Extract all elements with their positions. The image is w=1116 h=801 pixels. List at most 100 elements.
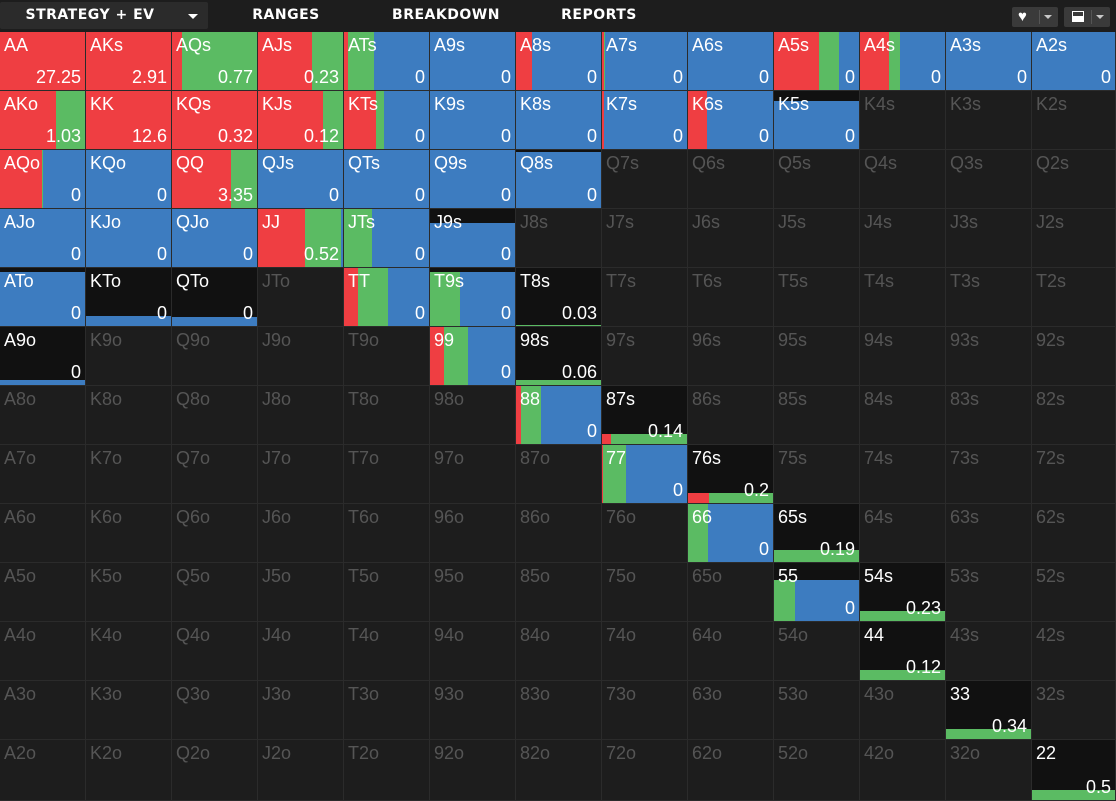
hand-cell-q7o[interactable]: Q7o [172, 445, 258, 504]
hand-cell-77[interactable]: 77 0 [602, 445, 688, 504]
hand-cell-j8o[interactable]: J8o [258, 386, 344, 445]
hand-cell-kjs[interactable]: KJs 0.12 [258, 91, 344, 150]
hand-cell-qts[interactable]: QTs 0 [344, 150, 430, 209]
hand-cell-42s[interactable]: 42s [1032, 622, 1116, 681]
hand-cell-44[interactable]: 44 0.12 [860, 622, 946, 681]
hand-cell-ato[interactable]: ATo 0 [0, 268, 86, 327]
hand-cell-t3o[interactable]: T3o [344, 681, 430, 740]
hand-cell-93o[interactable]: 93o [430, 681, 516, 740]
hand-cell-t7o[interactable]: T7o [344, 445, 430, 504]
hand-cell-a5o[interactable]: A5o [0, 563, 86, 622]
hand-cell-jto[interactable]: JTo [258, 268, 344, 327]
hand-cell-k9s[interactable]: K9s 0 [430, 91, 516, 150]
hand-cell-a8o[interactable]: A8o [0, 386, 86, 445]
hand-cell-t2o[interactable]: T2o [344, 740, 430, 801]
hand-cell-65o[interactable]: 65o [688, 563, 774, 622]
hand-cell-kts[interactable]: KTs 0 [344, 91, 430, 150]
hand-cell-q4o[interactable]: Q4o [172, 622, 258, 681]
hand-cell-j2o[interactable]: J2o [258, 740, 344, 801]
hand-cell-t4o[interactable]: T4o [344, 622, 430, 681]
hand-cell-22[interactable]: 22 0.5 [1032, 740, 1116, 801]
hand-cell-k8s[interactable]: K8s 0 [516, 91, 602, 150]
hand-cell-64s[interactable]: 64s [860, 504, 946, 563]
hand-cell-q2o[interactable]: Q2o [172, 740, 258, 801]
hand-cell-86s[interactable]: 86s [688, 386, 774, 445]
hand-cell-j3o[interactable]: J3o [258, 681, 344, 740]
hand-cell-74s[interactable]: 74s [860, 445, 946, 504]
hand-cell-a6s[interactable]: A6s 0 [688, 32, 774, 91]
hand-cell-52o[interactable]: 52o [774, 740, 860, 801]
hand-cell-96s[interactable]: 96s [688, 327, 774, 386]
hand-cell-62s[interactable]: 62s [1032, 504, 1116, 563]
hand-cell-33[interactable]: 33 0.34 [946, 681, 1032, 740]
chevron-down-icon[interactable] [1044, 15, 1052, 19]
hand-cell-87s[interactable]: 87s 0.14 [602, 386, 688, 445]
hand-cell-88[interactable]: 88 0 [516, 386, 602, 445]
hand-cell-t5s[interactable]: T5s [774, 268, 860, 327]
hand-cell-a5s[interactable]: A5s 0 [774, 32, 860, 91]
hand-cell-98o[interactable]: 98o [430, 386, 516, 445]
hand-cell-ako[interactable]: AKo 1.03 [0, 91, 86, 150]
hand-cell-76s[interactable]: 76s 0.2 [688, 445, 774, 504]
hand-cell-j5s[interactable]: J5s [774, 209, 860, 268]
hand-cell-97o[interactable]: 97o [430, 445, 516, 504]
hand-cell-k6s[interactable]: K6s 0 [688, 91, 774, 150]
hand-cell-54o[interactable]: 54o [774, 622, 860, 681]
hand-cell-95s[interactable]: 95s [774, 327, 860, 386]
hand-cell-q5o[interactable]: Q5o [172, 563, 258, 622]
hand-cell-a9s[interactable]: A9s 0 [430, 32, 516, 91]
hand-cell-q6s[interactable]: Q6s [688, 150, 774, 209]
hand-cell-84o[interactable]: 84o [516, 622, 602, 681]
hand-cell-j9s[interactable]: J9s 0 [430, 209, 516, 268]
hand-cell-66[interactable]: 66 0 [688, 504, 774, 563]
hand-cell-72s[interactable]: 72s [1032, 445, 1116, 504]
hand-cell-t7s[interactable]: T7s [602, 268, 688, 327]
hand-cell-53s[interactable]: 53s [946, 563, 1032, 622]
hand-cell-82s[interactable]: 82s [1032, 386, 1116, 445]
hand-cell-q2s[interactable]: Q2s [1032, 150, 1116, 209]
hand-cell-a3o[interactable]: A3o [0, 681, 86, 740]
hand-cell-aa[interactable]: AA 27.25 [0, 32, 86, 91]
hand-cell-q9s[interactable]: Q9s 0 [430, 150, 516, 209]
hand-cell-a7s[interactable]: A7s 0 [602, 32, 688, 91]
hand-cell-ajs[interactable]: AJs 0.23 [258, 32, 344, 91]
chevron-down-icon[interactable] [188, 14, 198, 19]
hand-cell-j2s[interactable]: J2s [1032, 209, 1116, 268]
hand-cell-j6o[interactable]: J6o [258, 504, 344, 563]
hand-cell-97s[interactable]: 97s [602, 327, 688, 386]
hand-cell-q6o[interactable]: Q6o [172, 504, 258, 563]
hand-cell-qjs[interactable]: QJs 0 [258, 150, 344, 209]
hand-cell-q4s[interactable]: Q4s [860, 150, 946, 209]
hand-cell-qq[interactable]: QQ 3.35 [172, 150, 258, 209]
favorites-dropdown[interactable]: ♥ [1012, 7, 1058, 27]
hand-cell-42o[interactable]: 42o [860, 740, 946, 801]
hand-cell-43o[interactable]: 43o [860, 681, 946, 740]
hand-cell-t3s[interactable]: T3s [946, 268, 1032, 327]
hand-cell-k8o[interactable]: K8o [86, 386, 172, 445]
hand-cell-t9o[interactable]: T9o [344, 327, 430, 386]
hand-cell-q9o[interactable]: Q9o [172, 327, 258, 386]
hand-cell-t2s[interactable]: T2s [1032, 268, 1116, 327]
hand-cell-q7s[interactable]: Q7s [602, 150, 688, 209]
hand-cell-k9o[interactable]: K9o [86, 327, 172, 386]
hand-cell-43s[interactable]: 43s [946, 622, 1032, 681]
hand-cell-73o[interactable]: 73o [602, 681, 688, 740]
hand-cell-32o[interactable]: 32o [946, 740, 1032, 801]
hand-cell-j7o[interactable]: J7o [258, 445, 344, 504]
hand-cell-96o[interactable]: 96o [430, 504, 516, 563]
hand-cell-j4s[interactable]: J4s [860, 209, 946, 268]
hand-cell-k2s[interactable]: K2s [1032, 91, 1116, 150]
hand-cell-aks[interactable]: AKs 2.91 [86, 32, 172, 91]
hand-cell-q8o[interactable]: Q8o [172, 386, 258, 445]
hand-cell-t8s[interactable]: T8s 0.03 [516, 268, 602, 327]
hand-cell-76o[interactable]: 76o [602, 504, 688, 563]
hand-cell-t8o[interactable]: T8o [344, 386, 430, 445]
hand-cell-85s[interactable]: 85s [774, 386, 860, 445]
tab-strategy-ev[interactable]: STRATEGY + EV [0, 2, 208, 29]
hand-cell-kjo[interactable]: KJo 0 [86, 209, 172, 268]
hand-cell-j4o[interactable]: J4o [258, 622, 344, 681]
hand-cell-52s[interactable]: 52s [1032, 563, 1116, 622]
hand-cell-k5o[interactable]: K5o [86, 563, 172, 622]
hand-cell-t9s[interactable]: T9s 0 [430, 268, 516, 327]
hand-cell-k6o[interactable]: K6o [86, 504, 172, 563]
